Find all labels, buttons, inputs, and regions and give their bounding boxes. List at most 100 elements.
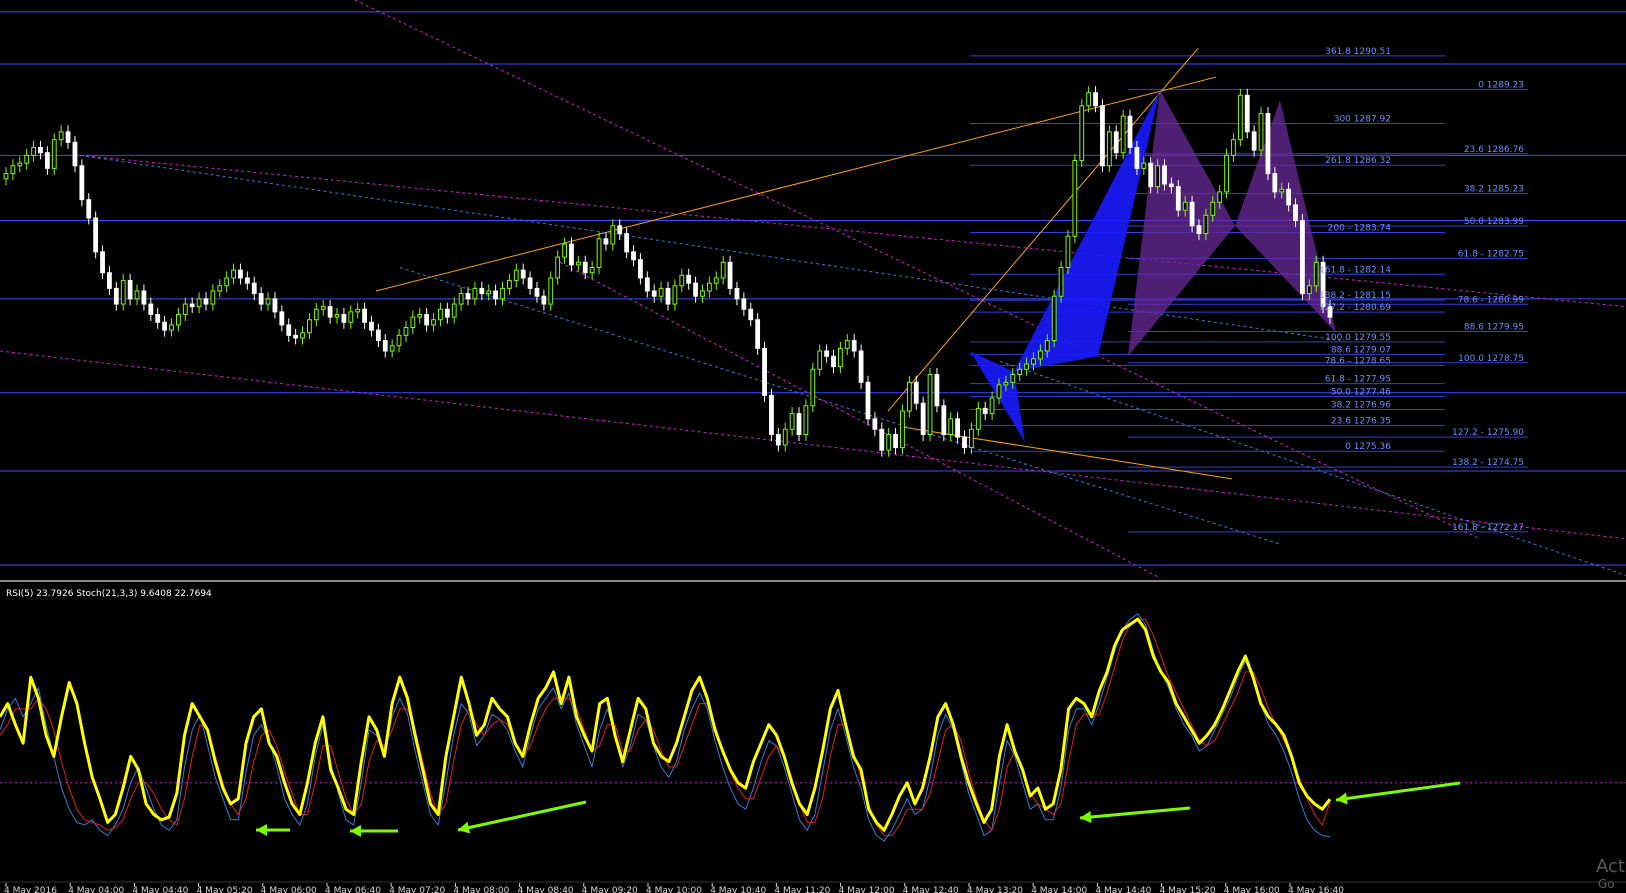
- fib-level-label: 0 1289.23: [1478, 80, 1524, 90]
- fib-level-label: 38.2 1285.23: [1464, 185, 1524, 195]
- candle-body: [362, 308, 367, 323]
- candle-body: [893, 434, 898, 449]
- candle-body: [38, 147, 43, 154]
- candle-body: [541, 295, 547, 305]
- candle-body: [775, 434, 781, 446]
- candle-body: [1258, 113, 1264, 151]
- candle-body: [458, 293, 464, 305]
- candle-body: [734, 287, 740, 300]
- candle-body: [155, 313, 161, 323]
- candle-body: [1313, 261, 1319, 287]
- candle-body: [244, 277, 250, 284]
- candle-body: [534, 287, 540, 297]
- candle-body: [665, 287, 671, 305]
- candle-body: [803, 405, 809, 435]
- candle-body: [375, 329, 381, 342]
- candle-body: [369, 321, 374, 331]
- candle-body: [1244, 94, 1250, 133]
- candle-body: [1010, 373, 1016, 383]
- candle-body: [265, 298, 271, 305]
- candle-body: [72, 141, 78, 167]
- candle-body: [1058, 267, 1064, 297]
- time-tick-label: 4 May 07:20: [389, 886, 445, 893]
- candle-body: [162, 321, 168, 331]
- candle-body: [348, 311, 354, 323]
- time-tick-label: 4 May 16:40: [1288, 886, 1344, 893]
- candle-body: [134, 290, 140, 300]
- fib-level-label: 23.6 1286.76: [1464, 145, 1524, 155]
- fib-level-label: 88.6 1279.95: [1464, 322, 1524, 332]
- chart-canvas[interactable]: 361.8 1290.51 0 1289.23 300 1287.92 23.6 12…: [0, 0, 1626, 893]
- candle-body: [258, 293, 264, 305]
- candle-body: [755, 319, 761, 349]
- candle-body: [1113, 131, 1119, 154]
- candle-body: [941, 405, 947, 435]
- time-tick-label: 4 May 12:40: [903, 886, 959, 893]
- candle-body: [100, 251, 105, 274]
- time-tick-label: 4 May 08:00: [453, 886, 509, 893]
- candle-body: [741, 298, 747, 310]
- candle-body: [224, 277, 230, 287]
- candle-body: [955, 418, 961, 438]
- watermark-line2: Go: [1598, 877, 1615, 891]
- time-tick-label: 4 May 14:40: [1095, 886, 1151, 893]
- candle-body: [817, 350, 823, 370]
- candle-body: [934, 373, 940, 407]
- time-tick-label: 4 May 05:20: [197, 886, 253, 893]
- annotation-arrow: [1335, 781, 1461, 802]
- candle-body: [644, 277, 650, 292]
- candle-body: [617, 225, 623, 235]
- candle-body: [769, 394, 774, 436]
- fib-level-label: 300 1287.92: [1334, 114, 1391, 124]
- candle-body: [141, 290, 147, 305]
- candle-body: [796, 413, 802, 435]
- candle-body: [996, 384, 1002, 399]
- candle-body: [506, 280, 512, 289]
- fib-level-label: 61.8 - 1277.95: [1325, 375, 1391, 385]
- fib-level-label: 127.2 - 1280.69: [1319, 303, 1391, 313]
- time-tick-label: 4 May 12:00: [839, 886, 895, 893]
- candle-body: [548, 277, 554, 305]
- candle-body: [58, 131, 64, 141]
- watermark-line1: Act: [1596, 856, 1625, 877]
- fib-level-label: 127.2 - 1275.90: [1452, 428, 1524, 438]
- candle-body: [1031, 358, 1036, 365]
- candle-body: [527, 277, 533, 289]
- annotation-arrowhead: [1080, 811, 1092, 823]
- candle-body: [569, 243, 574, 266]
- candle-body: [1134, 147, 1140, 169]
- candle-body: [451, 303, 457, 318]
- candle-body: [962, 436, 967, 449]
- candle-body: [1286, 188, 1292, 206]
- time-tick-label: 4 May 13:20: [967, 886, 1023, 893]
- time-tick-label: 4 May 06:00: [261, 886, 317, 893]
- candle-body: [1231, 139, 1236, 156]
- candle-body: [782, 428, 788, 446]
- time-tick-label: 4 May 04:40: [132, 886, 188, 893]
- candle-body: [120, 280, 126, 305]
- trend-line: [999, 360, 1626, 576]
- candle-body: [989, 397, 995, 415]
- candle-body: [86, 199, 92, 219]
- candle-body: [886, 434, 892, 451]
- candle-body: [500, 287, 505, 300]
- candle-body: [824, 350, 830, 357]
- candle-body: [603, 238, 609, 245]
- candle-body: [286, 324, 292, 336]
- candle-body: [182, 303, 188, 315]
- candle-body: [1279, 188, 1285, 193]
- candle-body: [610, 225, 616, 245]
- candle-body: [948, 418, 954, 436]
- candle-body: [107, 272, 112, 289]
- candle-body: [762, 347, 767, 396]
- candle-body: [582, 261, 588, 274]
- candle-body: [1306, 285, 1312, 295]
- candle-body: [982, 407, 988, 415]
- candle-body: [169, 324, 174, 331]
- candle-body: [1224, 154, 1229, 193]
- candle-body: [231, 269, 236, 279]
- candle-body: [272, 298, 278, 313]
- fib-level-label: 23.6 1276.35: [1331, 416, 1391, 426]
- candle-body: [906, 381, 912, 412]
- trading-chart[interactable]: 361.8 1290.51 0 1289.23 300 1287.92 23.6 12…: [0, 0, 1626, 893]
